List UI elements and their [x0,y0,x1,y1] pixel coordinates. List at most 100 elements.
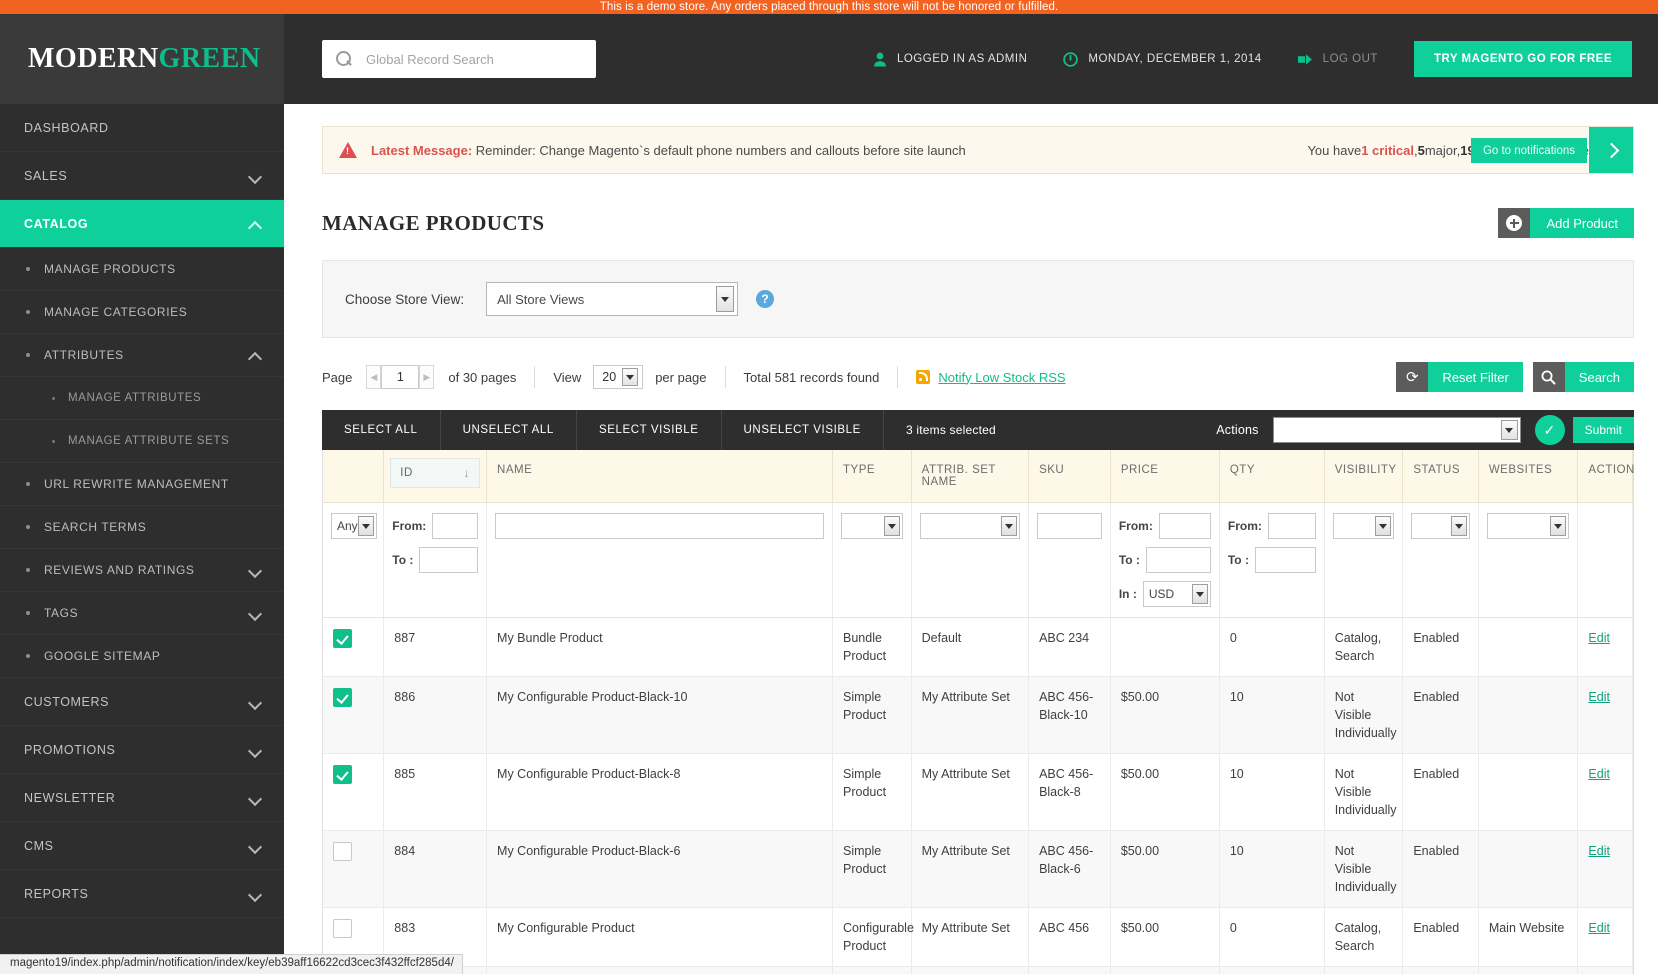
sidebar-item-promotions[interactable]: PROMOTIONS [0,726,284,774]
sidebar-item-manage-attribute-sets[interactable]: MANAGE ATTRIBUTE SETS [0,420,284,463]
sidebar-item-attributes[interactable]: ATTRIBUTES [0,334,284,377]
cell-action[interactable]: Edit [1577,907,1633,967]
row-checkbox[interactable] [333,919,352,938]
filter-price-from-input[interactable] [1158,513,1211,539]
chevron-down-icon[interactable] [1500,420,1518,440]
sidebar-item-manage-attributes[interactable]: MANAGE ATTRIBUTES [0,377,284,420]
cell-action[interactable]: Edit [1577,753,1633,831]
chevron-down-icon[interactable] [716,286,735,312]
chevron-down-icon[interactable] [250,744,262,756]
cell-action[interactable]: Edit [1577,617,1633,677]
table-row[interactable]: 882My Grouped ProductGrouped ProductDefa… [323,966,1633,974]
filter-any-select[interactable]: Any [331,513,377,539]
try-magento-go-button[interactable]: TRY MAGENTO GO FOR FREE [1413,41,1632,77]
edit-link[interactable]: Edit [1588,767,1610,781]
sidebar-item-customers[interactable]: CUSTOMERS [0,678,284,726]
chevron-down-icon[interactable] [1191,584,1208,604]
reset-filter-button[interactable]: ⟳ Reset Filter [1396,362,1523,392]
search-input[interactable]: Global Record Search [366,52,494,67]
edit-link[interactable]: Edit [1588,631,1610,645]
sidebar-item-search-terms[interactable]: SEARCH TERMS [0,506,284,549]
unselect-visible-link[interactable]: UNSELECT VISIBLE [722,410,884,450]
column-header-type[interactable]: TYPE [832,450,912,503]
filter-currency-select[interactable]: USD [1142,581,1211,607]
global-search[interactable]: Global Record Search [322,40,596,78]
filter-qty-to-input[interactable] [1254,547,1316,573]
row-checkbox-cell[interactable] [323,676,385,754]
chevron-down-icon[interactable] [358,516,374,536]
submit-button[interactable]: Submit [1572,417,1634,443]
column-header-checkbox[interactable] [323,450,385,503]
unselect-all-link[interactable]: UNSELECT ALL [441,410,577,450]
sidebar-item-google-sitemap[interactable]: GOOGLE SITEMAP [0,635,284,678]
view-select[interactable]: 20 [593,365,644,389]
rss-link-text[interactable]: Notify Low Stock RSS [938,370,1065,385]
row-checkbox-cell[interactable] [323,753,385,831]
go-to-notifications-button[interactable]: Go to notifications [1470,138,1587,163]
page-next-button[interactable]: ▶ [419,365,435,389]
store-view-select[interactable]: All Store Views [486,282,739,316]
filter-sku-input[interactable] [1037,513,1102,539]
actions-select[interactable] [1272,417,1521,443]
row-checkbox-cell[interactable] [323,830,385,908]
sidebar-item-reports[interactable]: REPORTS [0,870,284,918]
column-header-action[interactable]: ACTION [1577,450,1634,503]
chevron-up-icon[interactable] [250,218,262,230]
column-header-price[interactable]: PRICE [1110,450,1220,503]
sidebar-item-manage-categories[interactable]: MANAGE CATEGORIES [0,291,284,334]
column-header-name[interactable]: NAME [486,450,834,503]
row-checkbox[interactable] [333,842,352,861]
sidebar-item-tags[interactable]: TAGS [0,592,284,635]
filter-id-to-input[interactable] [419,547,479,573]
cell-action[interactable]: Edit [1577,830,1633,908]
chevron-up-icon[interactable] [250,349,262,361]
chevron-down-icon[interactable] [1375,516,1392,536]
chevron-down-icon[interactable] [883,516,900,536]
page-input[interactable] [381,365,420,389]
row-checkbox[interactable] [333,629,352,648]
column-header-websites[interactable]: WEBSITES [1478,450,1579,503]
select-visible-link[interactable]: SELECT VISIBLE [577,410,722,450]
sidebar-item-catalog[interactable]: CATALOG [0,200,284,248]
table-row[interactable]: 886 My Configurable Product-Black-10 Simpl… [323,676,1633,754]
sidebar-item-reviews-and-ratings[interactable]: REVIEWS AND RATINGS [0,549,284,592]
filter-price-to-input[interactable] [1145,547,1211,573]
column-header-attrib-set-name[interactable]: ATTRIB. SET NAME [911,450,1030,503]
column-header-qty[interactable]: QTY [1219,450,1325,503]
table-row[interactable]: 887 My Bundle Product Bundle Product Defaul… [323,617,1633,677]
add-product-button[interactable]: Add Product [1498,208,1634,238]
chevron-down-icon[interactable] [250,607,262,619]
filter-visibility-select[interactable] [1332,513,1395,539]
filter-status-select[interactable] [1411,513,1470,539]
brand-logo[interactable]: MODERNGREEN [0,14,284,104]
edit-link[interactable]: Edit [1588,844,1610,858]
chevron-down-icon[interactable] [250,564,262,576]
page-prev-button[interactable]: ◀ [366,365,382,389]
help-icon[interactable]: ? [756,290,775,308]
cell-action[interactable]: Edit [1577,966,1633,974]
filter-websites-select[interactable] [1486,513,1570,539]
confirm-icon[interactable]: ✓ [1534,415,1565,445]
column-header-status[interactable]: STATUS [1402,450,1479,503]
filter-name-input[interactable] [495,513,825,539]
column-header-visibility[interactable]: VISIBILITY [1324,450,1404,503]
edit-link[interactable]: Edit [1588,921,1610,935]
row-checkbox[interactable] [333,765,352,784]
chevron-down-icon[interactable] [250,888,262,900]
logout-link[interactable]: LOG OUT [1297,53,1378,66]
chevron-down-icon[interactable] [1450,516,1467,536]
select-all-link[interactable]: SELECT ALL [322,410,441,450]
filter-qty-from-input[interactable] [1267,513,1316,539]
sidebar-item-sales[interactable]: SALES [0,152,284,200]
sidebar-item-cms[interactable]: CMS [0,822,284,870]
logout-text[interactable]: LOG OUT [1323,53,1378,65]
table-row[interactable]: 885 My Configurable Product-Black-8 Simple… [323,753,1633,831]
sort-id[interactable]: ID ↓ [390,458,481,488]
chevron-down-icon[interactable] [250,792,262,804]
cell-action[interactable]: Edit [1577,676,1633,754]
chevron-down-icon[interactable] [1001,516,1018,536]
filter-type-select[interactable] [841,513,903,539]
chevron-down-icon[interactable] [1550,516,1567,536]
sidebar-item-newsletter[interactable]: NEWSLETTER [0,774,284,822]
chevron-down-icon[interactable] [622,368,639,386]
